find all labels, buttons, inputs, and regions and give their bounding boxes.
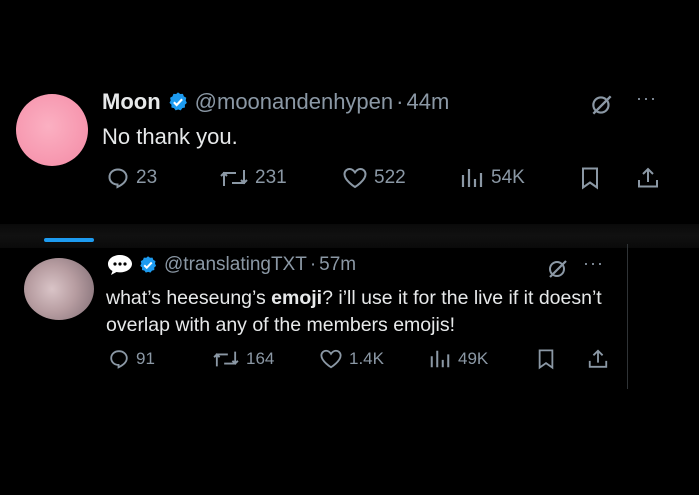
grok-icon[interactable] bbox=[546, 257, 570, 281]
reply-button[interactable]: 91 bbox=[108, 348, 155, 370]
views-button[interactable]: 54K bbox=[459, 166, 525, 190]
tweet-text: No thank you. bbox=[102, 124, 238, 149]
repost-icon bbox=[220, 170, 248, 186]
more-icon[interactable]: ··· bbox=[583, 253, 604, 274]
reply-count: 91 bbox=[136, 349, 155, 368]
like-button[interactable]: 1.4K bbox=[319, 348, 384, 370]
bookmark-icon bbox=[538, 349, 554, 370]
verified-badge-icon bbox=[167, 91, 189, 113]
like-icon bbox=[343, 167, 367, 189]
share-button[interactable] bbox=[636, 166, 660, 190]
views-icon bbox=[430, 350, 450, 368]
views-icon bbox=[461, 169, 483, 187]
like-button[interactable]: 522 bbox=[342, 166, 406, 190]
reply-count: 23 bbox=[136, 167, 158, 188]
avatar[interactable] bbox=[24, 258, 94, 320]
share-icon bbox=[638, 167, 658, 188]
share-icon bbox=[588, 349, 608, 368]
reply-icon bbox=[108, 168, 128, 189]
verified-badge-icon bbox=[138, 255, 158, 275]
tweet-text: what’s heeseung’s emoji? i’ll use it for… bbox=[106, 285, 626, 339]
like-icon bbox=[320, 349, 342, 369]
display-name[interactable]: Moon bbox=[102, 89, 161, 115]
user-handle[interactable]: @moonandenhypen bbox=[195, 89, 393, 115]
separator: · bbox=[309, 254, 317, 275]
more-icon[interactable]: ··· bbox=[636, 88, 657, 109]
repost-button[interactable]: 164 bbox=[212, 348, 274, 370]
tweet-text-part: what’s heeseung’s bbox=[106, 287, 272, 309]
speech-bubble-icon bbox=[106, 253, 134, 277]
repost-count: 231 bbox=[255, 167, 287, 188]
share-button[interactable] bbox=[587, 348, 609, 370]
grok-icon[interactable] bbox=[589, 92, 615, 118]
views-count: 54K bbox=[491, 167, 525, 188]
separator: · bbox=[396, 89, 404, 114]
repost-icon bbox=[213, 351, 239, 367]
reply-button[interactable]: 23 bbox=[106, 166, 157, 190]
like-count: 522 bbox=[374, 167, 406, 188]
bookmark-button[interactable] bbox=[536, 348, 556, 370]
avatar[interactable] bbox=[16, 94, 88, 166]
repost-count: 164 bbox=[246, 349, 275, 368]
views-count: 49K bbox=[458, 349, 489, 368]
timestamp[interactable]: 57m bbox=[319, 254, 356, 276]
user-handle[interactable]: @translatingTXT bbox=[164, 254, 307, 276]
timestamp[interactable]: 44m bbox=[406, 89, 449, 115]
repost-button[interactable]: 231 bbox=[219, 166, 287, 190]
like-count: 1.4K bbox=[349, 349, 384, 368]
reply-icon bbox=[110, 350, 128, 369]
views-button[interactable]: 49K bbox=[428, 348, 488, 370]
tweet-text-bold: emoji bbox=[271, 287, 323, 309]
tweet-header: Moon @moonandenhypen · 44m bbox=[102, 89, 449, 115]
bookmark-button[interactable] bbox=[579, 166, 601, 190]
bookmark-icon bbox=[582, 167, 598, 190]
tweet-header: @translatingTXT · 57m bbox=[106, 253, 356, 277]
